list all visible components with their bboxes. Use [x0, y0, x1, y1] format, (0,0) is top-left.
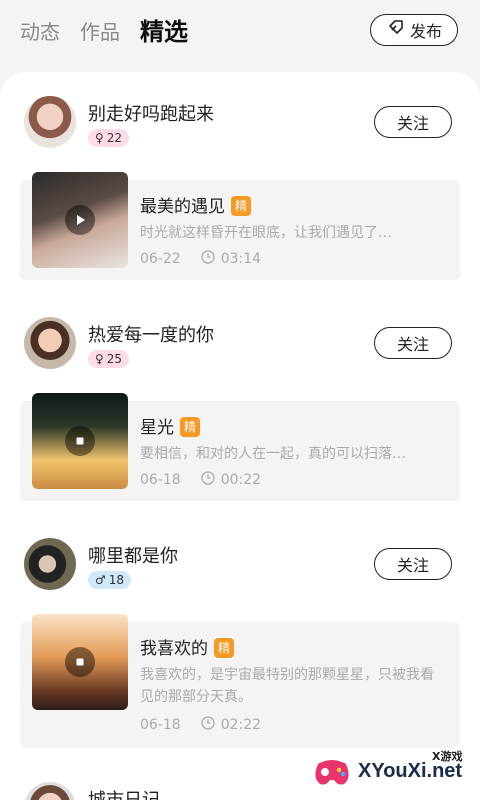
post-date: 06-18: [140, 472, 181, 488]
badge-count: 22: [106, 131, 123, 145]
user-name[interactable]: 城市日记: [88, 786, 160, 800]
follow-button[interactable]: 关注: [374, 106, 452, 138]
video-meta: 06-18 00:22: [140, 471, 261, 489]
stop-icon[interactable]: [65, 426, 95, 456]
avatar[interactable]: [24, 317, 76, 369]
badge-count: 25: [106, 352, 123, 366]
post-date: 06-18: [140, 717, 181, 733]
avatar[interactable]: [24, 96, 76, 148]
clock-icon: [201, 471, 215, 489]
video-description: 要相信，和对的人在一起，真的可以扫落…: [140, 446, 406, 462]
badge-count: 18: [108, 573, 125, 587]
video-duration: 00:22: [220, 472, 262, 488]
user-name[interactable]: 热爱每一度的你: [88, 321, 214, 347]
post-date: 06-22: [140, 251, 181, 267]
video-duration: 03:14: [220, 251, 262, 267]
publish-button[interactable]: 发布: [370, 14, 458, 46]
video-title: 星光: [140, 418, 174, 438]
female-icon: ♀: [95, 131, 104, 145]
featured-tag: 精: [180, 416, 200, 437]
video-meta: 06-22 03:14: [140, 250, 261, 268]
clock-icon: [201, 716, 215, 734]
video-thumbnail[interactable]: [32, 393, 128, 489]
gamepad-logo-icon: [310, 750, 354, 794]
feed-panel: 别走好吗跑起来 ♀ 22 关注 最美的遇见精 时光就这样昏开在眼底，让我们遇见了…: [0, 72, 480, 800]
user-name[interactable]: 哪里都是你: [88, 542, 178, 568]
user-name[interactable]: 别走好吗跑起来: [88, 100, 214, 126]
featured-tag: 精: [214, 637, 234, 658]
edit-tag-icon: [386, 18, 406, 42]
follow-button[interactable]: 关注: [374, 548, 452, 580]
video-meta: 06-18 02:22: [140, 716, 261, 734]
video-thumbnail[interactable]: [32, 172, 128, 268]
video-description: 我喜欢的，是宇宙最特别的那颗星星，只被我看见的那部分天真。: [140, 667, 434, 705]
gender-badge: ♀ 22: [88, 129, 130, 147]
video-thumbnail[interactable]: [32, 614, 128, 710]
publish-label: 发布: [409, 22, 442, 41]
watermark-big-text: XYouXi.net: [358, 760, 463, 782]
card-title: 我喜欢的精: [140, 634, 234, 659]
tab-dynamic[interactable]: 动态: [20, 16, 60, 45]
follow-button[interactable]: 关注: [374, 327, 452, 359]
tab-works[interactable]: 作品: [80, 16, 120, 45]
stop-icon[interactable]: [65, 647, 95, 677]
video-description: 时光就这样昏开在眼底，让我们遇见了…: [140, 225, 392, 241]
tab-featured[interactable]: 精选: [140, 12, 188, 47]
clock-icon: [201, 250, 215, 268]
video-duration: 02:22: [220, 717, 262, 733]
male-icon: ♂: [95, 573, 106, 587]
featured-tag: 精: [231, 195, 251, 216]
avatar[interactable]: [24, 782, 76, 800]
video-card[interactable]: 最美的遇见精 时光就这样昏开在眼底，让我们遇见了… 06-22 03:14: [20, 172, 460, 280]
card-title: 星光精: [140, 413, 200, 438]
top-bar: 动态 作品 精选 发布: [0, 0, 480, 70]
avatar[interactable]: [24, 538, 76, 590]
video-title: 最美的遇见: [140, 197, 225, 217]
play-icon[interactable]: [65, 205, 95, 235]
card-title: 最美的遇见精: [140, 192, 251, 217]
gender-badge: ♂ 18: [88, 571, 132, 589]
video-title: 我喜欢的: [140, 639, 208, 659]
female-icon: ♀: [95, 352, 104, 366]
site-watermark: X游戏 XYouXi.net: [310, 748, 480, 800]
video-card[interactable]: 我喜欢的精 我喜欢的，是宇宙最特别的那颗星星，只被我看见的那部分天真。 06-1…: [20, 614, 460, 748]
gender-badge: ♀ 25: [88, 350, 130, 368]
video-card[interactable]: 星光精 要相信，和对的人在一起，真的可以扫落… 06-18 00:22: [20, 393, 460, 501]
